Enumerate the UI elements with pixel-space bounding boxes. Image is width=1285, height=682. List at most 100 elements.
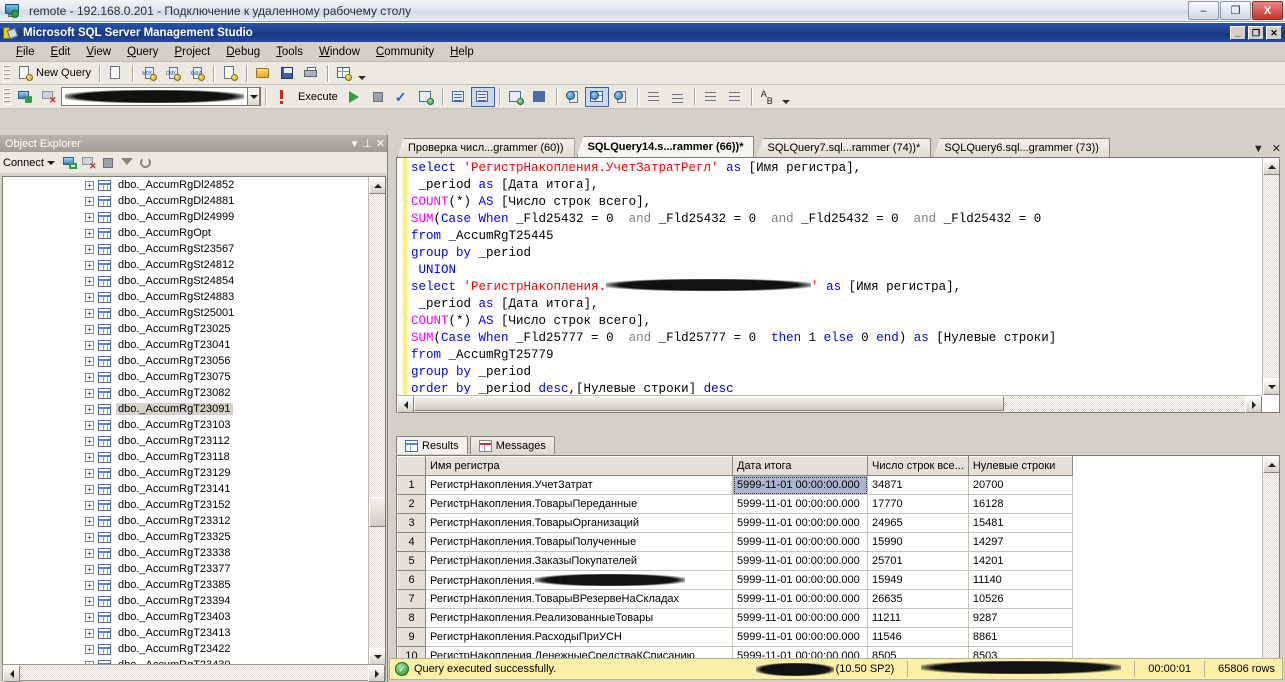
tree-item[interactable]: + dbo._AccumRgT23338 <box>3 545 368 561</box>
scroll-up-arrow[interactable] <box>1263 158 1280 175</box>
available-databases-combo[interactable] <box>61 87 261 106</box>
tree-item[interactable]: + dbo._AccumRgSt25001 <box>3 305 368 321</box>
tree-item[interactable]: + dbo._AccumRgT23403 <box>3 609 368 625</box>
expand-plus-icon[interactable]: + <box>85 516 94 526</box>
register-name-cell[interactable]: РегистрНакопления.УчетЗатрат <box>425 475 733 495</box>
row-number-cell[interactable]: 9 <box>397 627 426 647</box>
scroll-up-arrow[interactable] <box>1263 456 1279 473</box>
connect-icon[interactable] <box>62 155 78 171</box>
tree-item[interactable]: + dbo._AccumRgT23422 <box>3 641 368 657</box>
date-cell[interactable]: 5999-11-01 00:00:00.000 <box>732 570 868 590</box>
tree-item[interactable]: + dbo._AccumRgT23385 <box>3 577 368 593</box>
table-row[interactable]: 9 РегистрНакопления.РасходыПриУСН 5999-11-… <box>397 627 1073 647</box>
table-row[interactable]: 2 РегистрНакопления.ТоварыПереданные 5999-… <box>397 494 1073 514</box>
include-actual-plan-button[interactable] <box>504 87 528 107</box>
expand-plus-icon[interactable]: + <box>85 596 94 606</box>
tree-item[interactable]: + dbo._AccumRgSt24854 <box>3 273 368 289</box>
date-cell[interactable]: 5999-11-01 00:00:00.000 <box>732 513 868 533</box>
increase-indent-button[interactable] <box>723 87 747 107</box>
row-number-cell[interactable]: 4 <box>397 532 426 552</box>
tree-item[interactable]: + dbo._AccumRgT23129 <box>3 465 368 481</box>
date-cell[interactable]: 5999-11-01 00:00:00.000 <box>732 627 868 647</box>
editor-horizontal-scrollbar[interactable] <box>397 395 1262 413</box>
results-to-grid-button[interactable] <box>470 86 495 107</box>
expand-plus-icon[interactable]: + <box>85 404 94 414</box>
expand-plus-icon[interactable]: + <box>85 452 94 462</box>
tree-item[interactable]: + dbo._AccumRgDl24852 <box>3 177 368 193</box>
register-name-cell[interactable]: РегистрНакопления.ТоварыВРезервеНаСклада… <box>425 589 733 609</box>
results-to-file-button[interactable] <box>609 87 633 107</box>
table-row[interactable]: 7 РегистрНакопления.ТоварыВРезервеНаСклад… <box>397 589 1073 609</box>
tree-item[interactable]: + dbo._AccumRgT23377 <box>3 561 368 577</box>
auto-hide-pin-icon[interactable]: ⊥ <box>361 137 374 150</box>
row-number-cell[interactable]: 1 <box>397 475 426 495</box>
expand-plus-icon[interactable]: + <box>85 420 94 430</box>
menu-item-tools[interactable]: Tools <box>268 44 311 60</box>
menu-item-edit[interactable]: Edit <box>43 44 79 60</box>
total-rows-cell[interactable]: 15990 <box>867 532 969 552</box>
row-number-cell[interactable]: 6 <box>397 570 426 590</box>
column-header[interactable]: Нулевые строки <box>967 456 1073 476</box>
scroll-left-arrow[interactable] <box>3 665 20 682</box>
register-name-cell[interactable]: РегистрНакопления.РасходыПриУСН <box>425 627 733 647</box>
tree-item[interactable]: + dbo._AccumRgT23075 <box>3 369 368 385</box>
stop-button[interactable] <box>366 87 390 107</box>
tree-item[interactable]: + dbo._AccumRgT23312 <box>3 513 368 529</box>
zero-rows-cell[interactable]: 14201 <box>968 551 1073 571</box>
zero-rows-cell[interactable]: 8861 <box>968 627 1073 647</box>
object-explorer-vertical-scrollbar[interactable] <box>368 177 385 665</box>
results-to-text-alt-button[interactable] <box>561 87 585 107</box>
refresh-icon[interactable] <box>138 155 154 171</box>
rdp-close-button[interactable]: X <box>1252 1 1283 20</box>
new-dmx-query-button[interactable]: DMX <box>161 63 185 83</box>
expand-plus-icon[interactable]: + <box>85 532 94 542</box>
date-cell[interactable]: 5999-11-01 00:00:00.000 <box>732 608 868 628</box>
toolbar-grip[interactable] <box>3 64 10 82</box>
tree-item[interactable]: + dbo._AccumRgSt24883 <box>3 289 368 305</box>
tree-item[interactable]: + dbo._AccumRgT23118 <box>3 449 368 465</box>
results-to-grid-alt-button[interactable] <box>584 86 609 107</box>
total-rows-cell[interactable]: 11211 <box>867 608 969 628</box>
close-icon[interactable]: ✕ <box>374 137 387 150</box>
total-rows-cell[interactable]: 15949 <box>867 570 969 590</box>
column-header[interactable] <box>397 456 426 476</box>
expand-plus-icon[interactable]: + <box>85 276 94 286</box>
row-number-cell[interactable]: 8 <box>397 608 426 628</box>
register-name-cell[interactable]: РегистрНакопления.ТоварыОрганизаций <box>425 513 733 533</box>
sql-code-text[interactable]: select 'РегистрНакопления.УчетЗатратРегл… <box>411 160 1261 394</box>
ssms-close-button[interactable]: ✕ <box>1266 26 1282 40</box>
window-position-icon[interactable]: ▾ <box>348 137 361 150</box>
tree-item[interactable]: + dbo._AccumRgSt24812 <box>3 257 368 273</box>
connect-menu-label[interactable]: Connect <box>3 157 44 169</box>
stop-icon[interactable] <box>100 155 116 171</box>
editor-tab[interactable]: Проверка числ...grammer (60)) <box>397 138 575 157</box>
expand-plus-icon[interactable]: + <box>85 340 94 350</box>
expand-plus-icon[interactable]: + <box>85 308 94 318</box>
expand-plus-icon[interactable]: + <box>85 500 94 510</box>
register-name-cell[interactable]: РегистрНакопления.ЗаказыПокупателей <box>425 551 733 571</box>
sql-code-editor[interactable]: select 'РегистрНакопления.УчетЗатратРегл… <box>396 157 1280 413</box>
table-row[interactable]: 3 РегистрНакопления.ТоварыОрганизаций 5999… <box>397 513 1073 533</box>
date-cell[interactable]: 5999-11-01 00:00:00.000 <box>732 589 868 609</box>
register-name-cell[interactable]: РегистрНакопления.ТоварыПолученные <box>425 532 733 552</box>
save-button[interactable] <box>275 63 299 83</box>
editor-tab[interactable]: SQLQuery7.sql...rammer (74))* <box>756 138 932 157</box>
menu-item-project[interactable]: Project <box>166 44 218 60</box>
filter-icon[interactable] <box>119 155 135 171</box>
results-tab[interactable]: Results <box>396 436 468 454</box>
scroll-right-arrow[interactable] <box>1245 396 1262 413</box>
tree-item[interactable]: + dbo._AccumRgDl24881 <box>3 193 368 209</box>
expand-plus-icon[interactable]: + <box>85 356 94 366</box>
tree-item[interactable]: + dbo._AccumRgDl24999 <box>3 209 368 225</box>
total-rows-cell[interactable]: 11546 <box>867 627 969 647</box>
disconnect-button[interactable]: ✕ <box>37 87 61 107</box>
expand-plus-icon[interactable]: + <box>85 292 94 302</box>
total-rows-cell[interactable]: 26635 <box>867 589 969 609</box>
tree-item[interactable]: + dbo._AccumRgT23413 <box>3 625 368 641</box>
results-vertical-scrollbar[interactable] <box>1262 456 1279 676</box>
chevron-down-icon[interactable] <box>46 160 55 165</box>
zero-rows-cell[interactable]: 16128 <box>968 494 1073 514</box>
tree-item[interactable]: + dbo._AccumRgT23025 <box>3 321 368 337</box>
editor-tab[interactable]: SQLQuery6.sql...grammer (73)) <box>933 138 1110 157</box>
zero-rows-cell[interactable]: 14297 <box>968 532 1073 552</box>
